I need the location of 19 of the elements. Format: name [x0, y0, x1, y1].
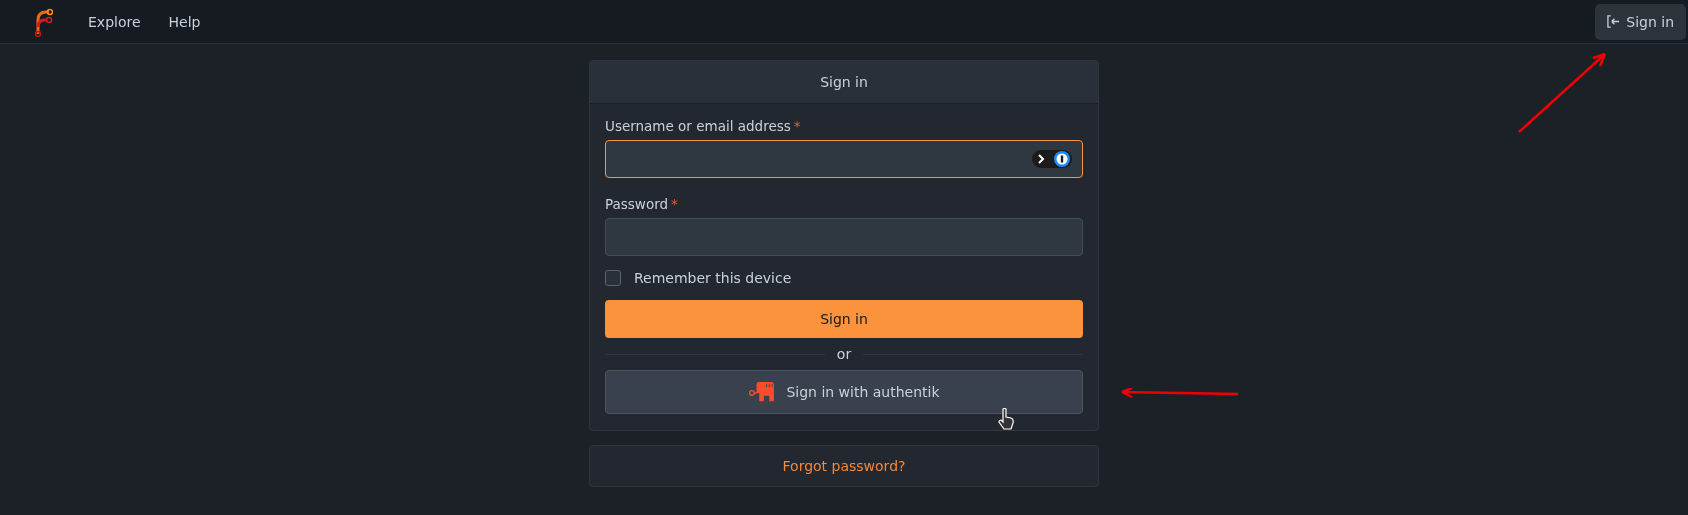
- password-manager-icon[interactable]: [1032, 149, 1072, 169]
- key-icon: [748, 381, 777, 403]
- sign-in-button[interactable]: Sign in: [1595, 3, 1686, 40]
- card-title: Sign in: [820, 74, 868, 90]
- sign-in-icon: [1607, 15, 1621, 28]
- sign-in-button[interactable]: Sign in: [605, 300, 1083, 338]
- required-mark: *: [793, 118, 801, 134]
- field-label: Username or email address: [605, 118, 791, 134]
- field-label: Password: [605, 196, 669, 212]
- forgot-password-link[interactable]: Forgot password?: [782, 458, 906, 474]
- authentik-sign-in-button[interactable]: Sign in with authentik: [605, 370, 1083, 414]
- checkbox-label[interactable]: Remember this device: [634, 270, 792, 286]
- nav-link[interactable]: Help: [168, 13, 201, 30]
- required-mark: *: [671, 196, 678, 212]
- nav-link[interactable]: Explore: [88, 13, 141, 30]
- logo-icon[interactable]: [33, 6, 53, 37]
- checkbox[interactable]: [605, 270, 621, 286]
- input-field[interactable]: [605, 140, 1083, 178]
- input-field[interactable]: [605, 218, 1083, 256]
